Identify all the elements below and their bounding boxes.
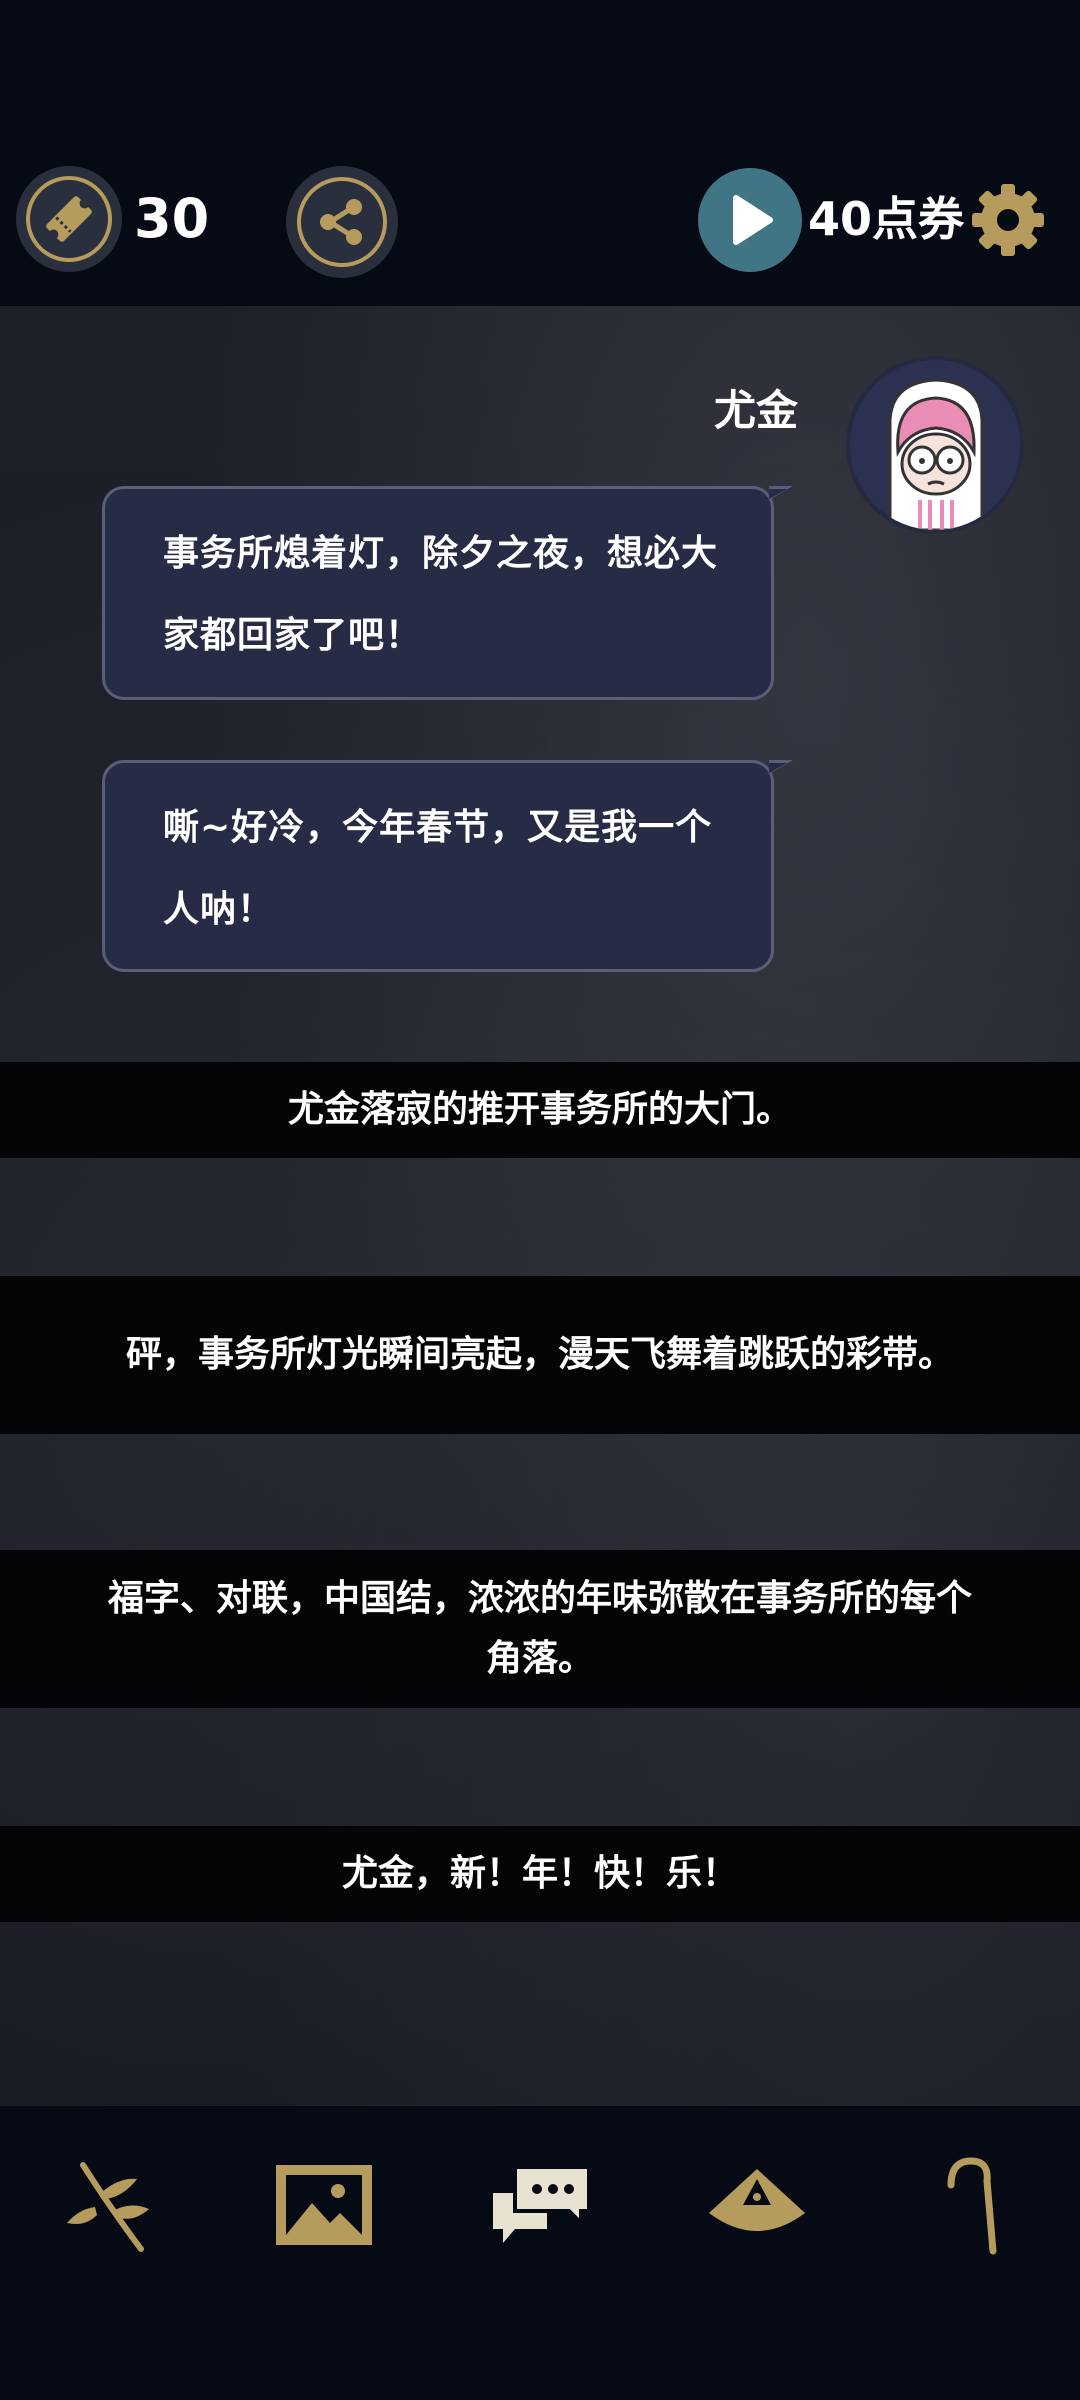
share-icon — [297, 177, 387, 267]
coupon-label: 40点券 — [808, 192, 965, 246]
dialogue-bubble: 嘶~好冷，今年春节，又是我一个人呐！ — [102, 760, 793, 972]
nav-item-gallery[interactable] — [269, 2150, 379, 2260]
gallery-icon — [276, 2165, 372, 2245]
dialogue-text: 嘶~好冷，今年春节，又是我一个人呐！ — [163, 807, 713, 930]
speaker-avatar — [850, 360, 1020, 530]
narration-text: 尤金落寂的推开事务所的大门。 — [287, 1089, 792, 1130]
share-button[interactable] — [286, 166, 398, 278]
narration-line: 福字、对联，中国结，浓浓的年味弥散在事务所的每个角落。 — [0, 1550, 1080, 1708]
gear-icon — [972, 184, 1044, 256]
ticket-count: 30 — [134, 187, 210, 250]
narration-line: 尤金，新！年！快！乐！ — [0, 1826, 1080, 1922]
cane-icon — [947, 2157, 997, 2255]
speaker-name: 尤金 — [713, 386, 798, 435]
nav-item-cane[interactable] — [916, 2150, 1026, 2260]
play-ad-button[interactable] — [698, 168, 802, 272]
settings-button[interactable] — [968, 180, 1048, 260]
ticket-icon — [26, 176, 112, 262]
narration-text: 福字、对联，中国结，浓浓的年味弥散在事务所的每个角落。 — [107, 1578, 972, 1679]
ticket-button[interactable] — [16, 166, 122, 272]
top-bar: 30 40点券 — [0, 0, 1080, 306]
narration-line: 砰，事务所灯光瞬间亮起，漫天飞舞着跳跃的彩带。 — [0, 1276, 1080, 1434]
scale-icon — [709, 2169, 805, 2231]
narration-text: 尤金，新！年！快！乐！ — [341, 1853, 738, 1894]
play-icon — [733, 195, 773, 245]
dialogue-text: 事务所熄着灯，除夕之夜，想必大家都回家了吧！ — [163, 533, 719, 656]
narration-line: 尤金落寂的推开事务所的大门。 — [0, 1062, 1080, 1158]
narration-text: 砰，事务所灯光瞬间亮起，漫天飞舞着跳跃的彩带。 — [125, 1334, 954, 1375]
nav-item-branch[interactable] — [54, 2150, 164, 2260]
nav-item-chat[interactable] — [486, 2150, 596, 2260]
dialogue-bubble: 事务所熄着灯，除夕之夜，想必大家都回家了吧！ — [102, 486, 793, 700]
nav-item-scale[interactable] — [702, 2150, 812, 2260]
branch-icon — [67, 2162, 149, 2252]
chat-icon — [493, 2165, 591, 2243]
